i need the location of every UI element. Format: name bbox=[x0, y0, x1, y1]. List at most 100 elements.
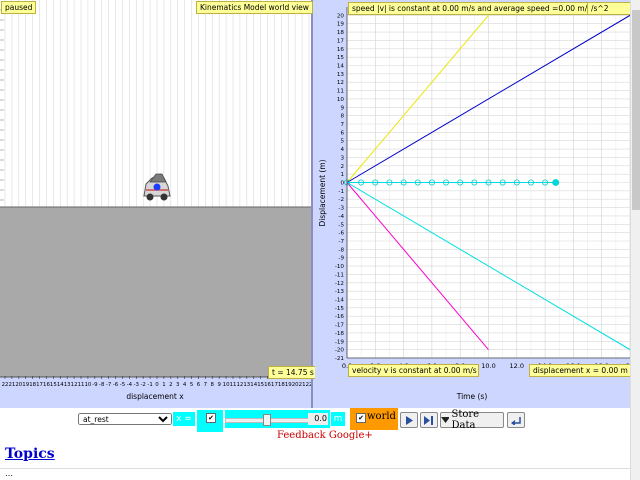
y-tick-label: 8 bbox=[340, 114, 344, 120]
car-marker[interactable] bbox=[153, 183, 161, 191]
y-tick-label: -21 bbox=[335, 356, 345, 362]
world-tick-label: 21 bbox=[8, 382, 15, 388]
world-tick-label: -7 bbox=[106, 382, 111, 388]
y-tick-label: -17 bbox=[335, 323, 345, 329]
y-tick-label: -15 bbox=[335, 306, 345, 312]
y-tick-label: 7 bbox=[340, 122, 344, 128]
world-title: Kinematics Model world view bbox=[196, 1, 313, 14]
y-tick-label: 3 bbox=[340, 155, 344, 161]
x-checkbox[interactable]: ✔ bbox=[206, 413, 216, 423]
y-tick-label: -2 bbox=[338, 197, 344, 203]
ground bbox=[0, 207, 311, 377]
world-tick-label: 9 bbox=[217, 382, 221, 388]
bullet-text: … bbox=[5, 469, 13, 478]
displacement-time-chart[interactable]: 0.02.04.06.08.010.012.014.016.018.020201… bbox=[315, 0, 630, 408]
y-tick-label: 4 bbox=[340, 147, 344, 153]
y-tick-label: -20 bbox=[335, 348, 345, 354]
x-tick-label: 10.0 bbox=[481, 362, 495, 370]
y-tick-label: -5 bbox=[338, 222, 344, 228]
y-tick-label: 0 bbox=[340, 181, 344, 187]
y-tick-label: -13 bbox=[335, 289, 345, 295]
world-tick-label: 13 bbox=[243, 382, 250, 388]
world-tick-label: 12 bbox=[236, 382, 243, 388]
status-label: paused bbox=[1, 1, 37, 14]
y-tick-label: 11 bbox=[337, 89, 345, 95]
y-tick-label: 5 bbox=[340, 139, 344, 145]
reset-button[interactable] bbox=[507, 412, 525, 428]
world-tick-label: 10 bbox=[84, 382, 91, 388]
unit-label: m bbox=[331, 412, 345, 426]
y-tick-label: -14 bbox=[335, 298, 345, 304]
time-readout: t = 14.75 s bbox=[268, 366, 318, 379]
y-tick-label: 10 bbox=[337, 97, 345, 103]
y-tick-label: -8 bbox=[338, 247, 344, 253]
world-tick-label: 2 bbox=[169, 382, 172, 388]
y-tick-label: 15 bbox=[337, 55, 345, 61]
world-checkbox[interactable]: ✔ bbox=[356, 413, 366, 423]
world-tick-label: 11 bbox=[230, 382, 237, 388]
y-tick-label: -11 bbox=[335, 272, 345, 278]
y-tick-label: -18 bbox=[335, 331, 345, 337]
preset-select[interactable]: at_rest bbox=[78, 413, 172, 425]
displacement-label: displacement x = 0.00 m bbox=[529, 364, 632, 377]
world-tick-label: -2 bbox=[140, 382, 145, 388]
acceleration-label: /s^2 bbox=[587, 2, 631, 15]
step-button[interactable] bbox=[420, 412, 438, 428]
step-icon bbox=[424, 415, 433, 425]
y-tick-label: 6 bbox=[340, 130, 344, 136]
world-tick-label: 17 bbox=[36, 382, 43, 388]
world-tick-label: 5 bbox=[190, 382, 193, 388]
world-label: world bbox=[367, 411, 396, 422]
y-tick-label: -7 bbox=[338, 239, 344, 245]
y-tick-label: -19 bbox=[335, 339, 345, 345]
y-tick-label: 1 bbox=[340, 172, 344, 178]
world-tick-label: 1 bbox=[162, 382, 165, 388]
world-view-canvas[interactable]: 22 21 20 19 18 17 16 15 14 13 12 11 10 -9 -8 -7 -6 -5 -4 -3… bbox=[0, 0, 311, 408]
y-tick-label: -3 bbox=[338, 206, 344, 212]
y-tick-label: 9 bbox=[340, 105, 344, 111]
y-tick-label: 14 bbox=[337, 64, 345, 70]
x-tick-label: 12.0 bbox=[510, 362, 524, 370]
world-axis-label: displacement x bbox=[126, 392, 184, 401]
world-tick-label: 22 bbox=[2, 382, 9, 388]
world-tick-label: 13 bbox=[64, 382, 71, 388]
x-equals-label: x = bbox=[173, 412, 195, 426]
store-data-button[interactable]: Store Data bbox=[440, 409, 504, 431]
y-tick-label: 20 bbox=[337, 13, 345, 19]
x-value-field[interactable]: 0.0 bbox=[308, 413, 328, 425]
world-tick-label: -5 bbox=[120, 382, 125, 388]
y-tick-label: -12 bbox=[335, 281, 344, 287]
y-tick-label: 18 bbox=[337, 30, 345, 36]
world-toggle-cell: ✔ world bbox=[350, 408, 398, 430]
y-axis-label: Displacement (m) bbox=[318, 159, 327, 226]
world-tick-label: 15 bbox=[257, 382, 264, 388]
y-tick-label: -4 bbox=[338, 214, 344, 220]
x-slider-handle[interactable] bbox=[263, 414, 271, 426]
data-point[interactable] bbox=[552, 179, 560, 186]
feedback-link[interactable]: Feedback Google+ bbox=[277, 430, 373, 441]
world-tick-label: 11 bbox=[78, 382, 85, 388]
store-data-label: Store Data bbox=[451, 409, 480, 431]
y-tick-label: -10 bbox=[335, 264, 345, 270]
world-view-panel[interactable]: 22 21 20 19 18 17 16 15 14 13 12 11 10 -9 -8 -7 -6 -5 -4 -3… bbox=[0, 0, 318, 408]
topics-link[interactable]: Topics bbox=[5, 446, 55, 462]
speed-label: speed |v| is constant at 0.00 m/s and av… bbox=[348, 2, 596, 15]
checkbox-cell: ✔ bbox=[197, 410, 223, 432]
world-tick-label: -9 bbox=[92, 382, 98, 388]
scrollbar-thumb[interactable] bbox=[632, 10, 640, 210]
page-scrollbar[interactable] bbox=[630, 0, 640, 480]
control-bar: at_rest x = ✔ 0.0 m ✔ world Store Data bbox=[0, 408, 630, 432]
play-icon bbox=[406, 415, 413, 425]
undo-icon bbox=[511, 416, 521, 425]
world-tick-label: -1 bbox=[147, 382, 152, 388]
world-tick-label: -6 bbox=[113, 382, 119, 388]
velocity-label: velocity v is constant at 0.00 m/s bbox=[348, 364, 479, 377]
play-button[interactable] bbox=[400, 412, 418, 428]
world-tick-label: 8 bbox=[211, 382, 215, 388]
world-tick-label: 6 bbox=[197, 382, 201, 388]
world-tick-label: 7 bbox=[204, 382, 207, 388]
y-tick-label: 17 bbox=[337, 38, 345, 44]
y-tick-label: -1 bbox=[338, 189, 344, 195]
graph-panel[interactable]: 0.02.04.06.08.010.012.014.016.018.020201… bbox=[315, 0, 632, 408]
y-tick-label: 13 bbox=[337, 72, 345, 78]
